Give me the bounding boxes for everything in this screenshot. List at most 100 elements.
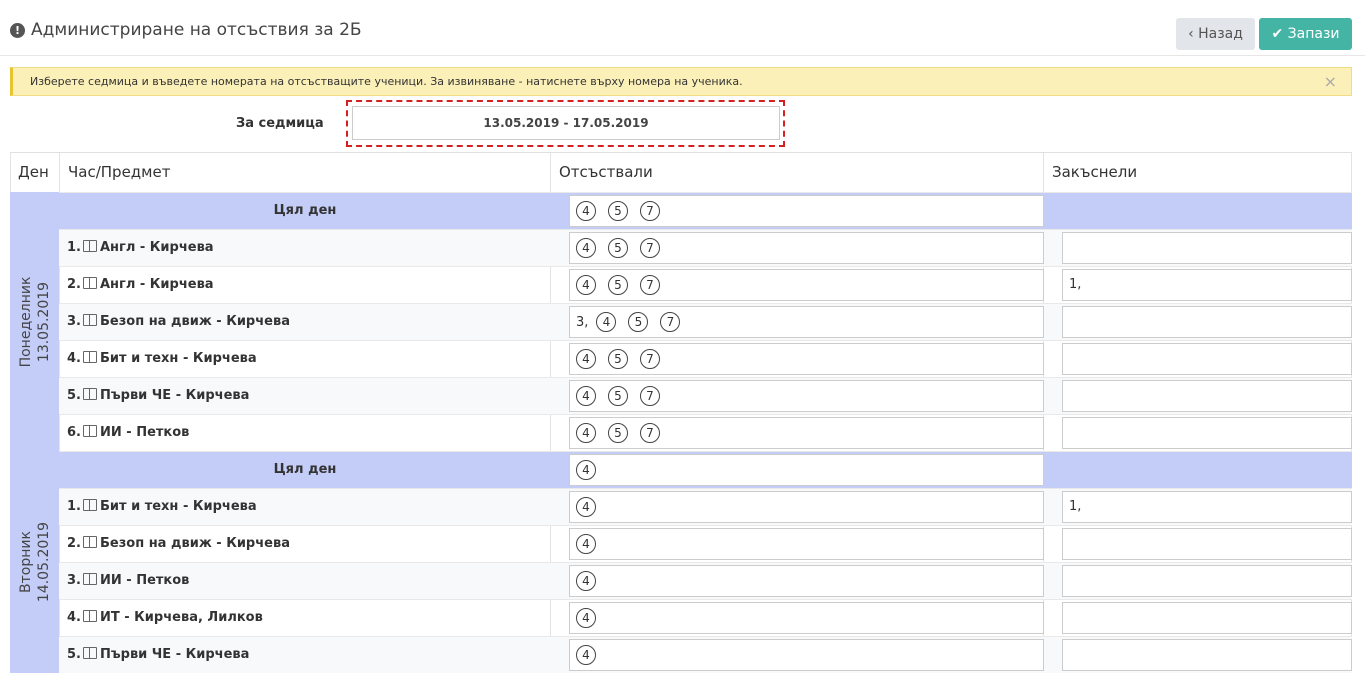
day-date: 14.05.2019 [35, 521, 52, 603]
student-number-badge[interactable]: 5 [608, 238, 628, 258]
lesson-subject-text: ИТ - Кирчева, Лилков [99, 610, 263, 625]
student-number-badge[interactable]: 4 [576, 608, 596, 628]
lesson-row: 1. Англ - Кирчева 4 5 7 [59, 229, 1352, 266]
day-label: Понеделник 13.05.2019 [17, 276, 53, 367]
absent-input[interactable]: 3, 4 5 7 [569, 306, 1044, 338]
student-number-badge[interactable]: 4 [576, 238, 596, 258]
book-icon [82, 647, 97, 659]
week-select[interactable]: 13.05.2019 - 17.05.2019 [352, 106, 780, 140]
student-number-badge[interactable]: 4 [576, 386, 596, 406]
lesson-number: 5. [67, 388, 81, 403]
book-icon [82, 536, 97, 548]
student-number-badge[interactable]: 4 [576, 460, 596, 480]
late-input[interactable] [1062, 565, 1352, 597]
lesson-number: 2. [67, 277, 81, 292]
student-number-badge[interactable]: 4 [576, 571, 596, 591]
day-label: Вторник 14.05.2019 [17, 522, 53, 602]
full-day-row: Цял ден 4 [59, 451, 1352, 488]
lesson-row: 4. Бит и техн - Кирчева 4 5 7 [59, 340, 1352, 377]
lesson-row: 5. Първи ЧЕ - Кирчева 4 [59, 636, 1352, 673]
late-input[interactable] [1062, 528, 1352, 560]
chevron-left-icon: ‹ [1188, 26, 1194, 42]
lesson-number: 3. [67, 314, 81, 329]
student-number-badge[interactable]: 7 [640, 201, 660, 221]
lesson-subject: 4. ИТ - Кирчева, Лилков [67, 600, 263, 636]
lesson-subject-text: Безоп на движ - Кирчева [99, 536, 290, 551]
lesson-subject: 5. Първи ЧЕ - Кирчева [67, 637, 249, 673]
late-input[interactable] [1062, 306, 1352, 338]
lesson-subject: 2. Безоп на движ - Кирчева [67, 526, 290, 562]
student-number-badge[interactable]: 7 [660, 312, 681, 332]
student-number-badge[interactable]: 4 [576, 275, 596, 295]
lesson-subject: 3. Безоп на движ - Кирчева [67, 304, 290, 340]
absent-input[interactable]: 4 [569, 639, 1044, 671]
absent-input[interactable]: 457 [569, 380, 1044, 412]
absent-input[interactable]: 4 [569, 602, 1044, 634]
book-icon [82, 499, 97, 511]
full-day-label: Цял ден [273, 462, 337, 477]
absent-input[interactable]: 457 [569, 417, 1044, 449]
late-input[interactable]: 1, [1062, 269, 1352, 301]
full-day-absent-input[interactable]: 457 [569, 195, 1044, 227]
back-button-label: Назад [1198, 26, 1243, 42]
student-number-badge[interactable]: 5 [608, 386, 628, 406]
student-number-badge[interactable]: 4 [576, 201, 596, 221]
late-input[interactable]: 1, [1062, 491, 1352, 523]
book-icon [82, 277, 97, 289]
student-number-badge[interactable]: 4 [576, 645, 596, 665]
week-label: За седмица [236, 116, 324, 131]
student-number-badge[interactable]: 5 [608, 423, 628, 443]
student-number-badge[interactable]: 4 [576, 423, 596, 443]
lesson-subject-text: Англ - Кирчева [99, 240, 214, 255]
info-alert: Изберете седмица и въведете номерата на … [10, 67, 1352, 96]
book-icon [82, 388, 97, 400]
lesson-subject-text: Англ - Кирчева [99, 277, 214, 292]
day-cell: Вторник 14.05.2019 [10, 451, 59, 673]
lesson-row: 4. ИТ - Кирчева, Лилков 4 [59, 599, 1352, 636]
student-number-badge[interactable]: 5 [628, 312, 649, 332]
lesson-subject: 4. Бит и техн - Кирчева [67, 341, 257, 377]
lesson-subject: 2. Англ - Кирчева [67, 267, 214, 303]
save-button[interactable]: ✔ Запази [1259, 18, 1352, 50]
lesson-row: 2. Безоп на движ - Кирчева 4 [59, 525, 1352, 562]
absences-table: Ден Час/Предмет Отсъствали Закъснели Пон… [10, 152, 1352, 673]
student-number-badge[interactable]: 7 [640, 423, 660, 443]
absent-input[interactable]: 457 [569, 269, 1044, 301]
day-date: 13.05.2019 [35, 281, 52, 362]
student-number-badge[interactable]: 4 [576, 349, 596, 369]
late-input[interactable] [1062, 602, 1352, 634]
day-cell: Понеделник 13.05.2019 [10, 192, 59, 451]
close-icon[interactable]: × [1324, 68, 1337, 95]
student-number-badge[interactable]: 4 [576, 497, 596, 517]
student-number-badge[interactable]: 5 [608, 201, 628, 221]
student-number-badge[interactable]: 5 [608, 349, 628, 369]
page-title-text: Администриране на отсъствия за 2Б [31, 20, 362, 40]
student-number-badge[interactable]: 7 [640, 386, 660, 406]
column-header-day: Ден [18, 163, 49, 181]
student-number-badge[interactable]: 4 [576, 534, 596, 554]
lesson-subject: 1. Англ - Кирчева [67, 230, 214, 266]
lesson-subject-text: Бит и техн - Кирчева [99, 351, 257, 366]
late-input[interactable] [1062, 417, 1352, 449]
back-button[interactable]: ‹ Назад [1176, 18, 1255, 50]
column-header-late: Закъснели [1052, 163, 1138, 181]
student-number-badge[interactable]: 7 [640, 275, 660, 295]
book-icon [82, 610, 97, 622]
full-day-absent-input[interactable]: 4 [569, 454, 1044, 486]
lesson-subject-text: Безоп на движ - Кирчева [99, 314, 290, 329]
student-number-badge[interactable]: 7 [640, 349, 660, 369]
late-input[interactable] [1062, 380, 1352, 412]
lesson-subject: 6. ИИ - Петков [67, 415, 189, 451]
absent-input[interactable]: 4 [569, 528, 1044, 560]
student-number-badge[interactable]: 7 [640, 238, 660, 258]
absent-input[interactable]: 457 [569, 343, 1044, 375]
absent-input[interactable]: 4 [569, 491, 1044, 523]
student-number-badge[interactable]: 5 [608, 275, 628, 295]
late-input[interactable] [1062, 232, 1352, 264]
late-input[interactable] [1062, 343, 1352, 375]
lesson-number: 3. [67, 573, 81, 588]
absent-input[interactable]: 457 [569, 232, 1044, 264]
late-input[interactable] [1062, 639, 1352, 671]
absent-input[interactable]: 4 [569, 565, 1044, 597]
student-number-badge[interactable]: 4 [596, 312, 617, 332]
